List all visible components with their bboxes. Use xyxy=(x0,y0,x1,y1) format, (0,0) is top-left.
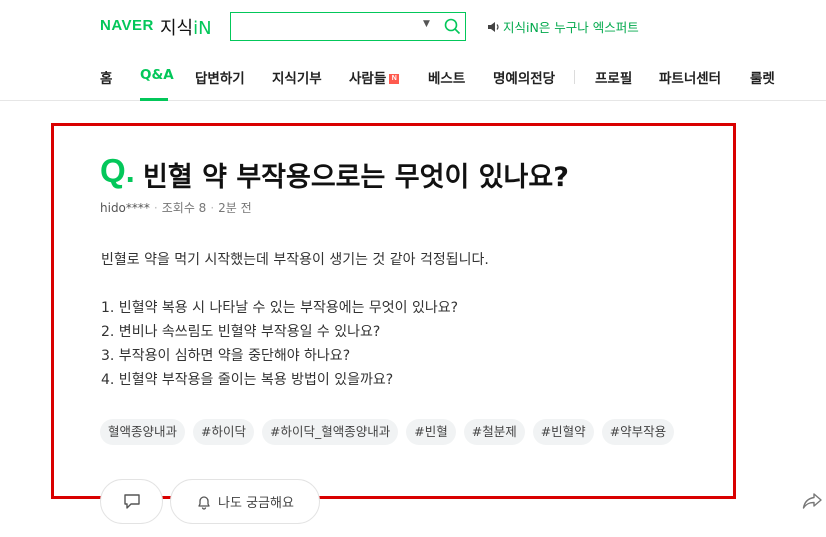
question-item: 3. 부작용이 심하면 약을 중단해야 하나요? xyxy=(101,348,351,364)
expert-notice-link[interactable]: 지식iN은 누구나 엑스퍼트 xyxy=(487,17,639,36)
question-item: 2. 변비나 속쓰림도 빈혈약 부작용일 수 있나요? xyxy=(101,324,381,340)
tag-item[interactable]: 혈액종양내과 xyxy=(100,419,186,445)
comment-icon xyxy=(123,494,140,509)
nav-item-home[interactable]: 홈 xyxy=(100,67,112,87)
main-nav: 홈 Q&A 답변하기 지식기부 사람들 N 베스트 명예의전당 프로필 파트너센터… xyxy=(0,54,826,101)
search-input[interactable] xyxy=(237,17,417,37)
nav-item-donation[interactable]: 지식기부 xyxy=(272,67,322,87)
author-name[interactable]: hido**** xyxy=(100,201,150,215)
kin-logo-suffix: iN xyxy=(193,18,212,39)
naver-logo[interactable]: NAVER xyxy=(100,17,154,34)
share-icon[interactable] xyxy=(802,492,822,510)
nav-item-best[interactable]: 베스트 xyxy=(428,67,465,87)
nav-item-answer[interactable]: 답변하기 xyxy=(195,67,245,87)
header: NAVER 지식iN ▼ 지식iN은 누구나 엑스퍼트 xyxy=(0,0,826,54)
question-mark-label: Q. xyxy=(100,152,135,189)
question-meta: hido**** · 조회수 8 · 2분 전 xyxy=(100,201,252,215)
nav-item-partner-center[interactable]: 파트너센터 xyxy=(659,67,721,87)
nav-item-qna[interactable]: Q&A xyxy=(140,67,174,83)
nav-item-roulette[interactable]: 룰렛 xyxy=(750,67,775,87)
nav-item-people-label: 사람들 xyxy=(349,71,387,87)
view-count: 조회수 8 xyxy=(161,201,207,215)
search-box: ▼ xyxy=(230,12,466,41)
tag-item[interactable]: #하이닥 xyxy=(193,419,254,445)
question-intro: 빈혈로 약을 먹기 시작했는데 부작용이 생기는 것 같아 걱정됩니다. xyxy=(101,252,489,268)
nav-item-profile[interactable]: 프로필 xyxy=(595,67,632,87)
nav-item-hall-of-fame[interactable]: 명예의전당 xyxy=(493,67,555,87)
tag-item[interactable]: #약부작용 xyxy=(601,419,675,445)
post-time: 2분 전 xyxy=(218,201,252,215)
kin-logo[interactable]: 지식iN xyxy=(160,14,212,40)
curious-too-label: 나도 궁금해요 xyxy=(218,496,294,511)
question-item: 4. 빈혈약 부작용을 줄이는 복용 방법이 있을까요? xyxy=(101,372,394,388)
curious-too-button[interactable]: 나도 궁금해요 xyxy=(170,479,320,524)
nav-item-people[interactable]: 사람들 N xyxy=(349,67,400,87)
tag-item[interactable]: #하이닥_혈액종양내과 xyxy=(262,419,399,445)
speaker-icon xyxy=(488,21,499,32)
new-badge: N xyxy=(389,74,400,84)
search-icon[interactable] xyxy=(444,18,461,35)
expert-notice-text: 지식iN은 누구나 엑스퍼트 xyxy=(503,20,639,35)
question-title: 빈혈 약 부작용으로는 무엇이 있나요? xyxy=(143,162,569,193)
dropdown-caret-icon[interactable]: ▼ xyxy=(423,19,430,29)
tag-item[interactable]: #빈혈약 xyxy=(532,419,594,445)
tag-list: 혈액종양내과 #하이닥 #하이닥_혈액종양내과 #빈혈 #철분제 #빈혈약 #약… xyxy=(100,419,675,445)
question-item: 1. 빈혈약 복용 시 나타날 수 있는 부작용에는 무엇이 있나요? xyxy=(101,300,459,316)
kin-logo-prefix: 지식 xyxy=(160,18,194,39)
tag-item[interactable]: #빈혈 xyxy=(406,419,456,445)
comment-button[interactable] xyxy=(100,479,163,524)
question-body: 빈혈로 약을 먹기 시작했는데 부작용이 생기는 것 같아 걱정됩니다. 1. … xyxy=(101,248,489,392)
tag-item[interactable]: #철분제 xyxy=(463,419,525,445)
bell-icon xyxy=(198,495,210,510)
active-tab-underline xyxy=(140,98,168,101)
nav-divider xyxy=(574,70,575,84)
